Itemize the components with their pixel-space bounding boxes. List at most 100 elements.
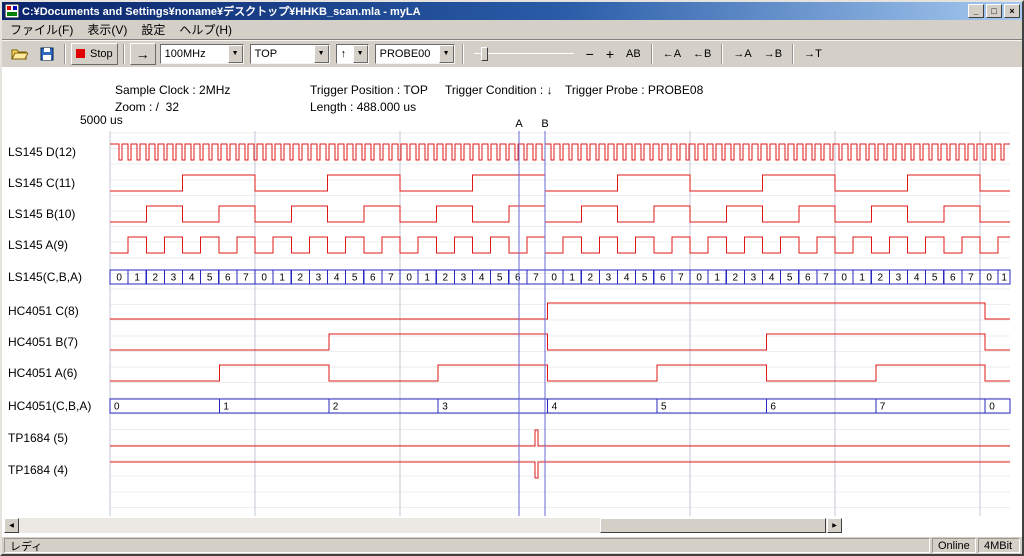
svg-text:HC4051(C,B,A): HC4051(C,B,A) [8,399,91,413]
svg-text:HC4051 A(6): HC4051 A(6) [8,366,77,380]
svg-text:0: 0 [114,402,120,413]
trigger-edge-combo[interactable]: ↑ ▼ [336,44,369,64]
svg-text:3: 3 [896,273,902,284]
svg-text:0: 0 [261,273,267,284]
statusbar: レディ Online 4MBit [2,537,1022,554]
status-message: レディ [4,538,930,553]
svg-text:7: 7 [533,273,539,284]
window-title: C:¥Documents and Settings¥noname¥デスクトップ¥… [22,3,966,19]
chevron-down-icon[interactable]: ▼ [439,45,454,63]
move-left-to-b-button[interactable]: ←B [688,43,716,65]
app-icon [5,4,19,18]
svg-text:4: 4 [479,273,485,284]
titlebar[interactable]: C:¥Documents and Settings¥noname¥デスクトップ¥… [2,2,1022,20]
svg-text:0: 0 [989,402,995,413]
svg-text:7: 7 [243,273,249,284]
svg-text:TP1684 (4): TP1684 (4) [8,463,68,477]
waveform-display[interactable]: 5000 us LS145 D(12) LS145 C(11) LS145 B(10)… [2,67,1022,537]
svg-text:6: 6 [370,273,376,284]
svg-text:3: 3 [316,273,322,284]
move-left-to-a-button[interactable]: ←A [658,43,686,65]
toolbar-separator [64,44,66,64]
svg-text:5: 5 [207,273,213,284]
waveform-panel: Sample Clock : 2MHz Trigger Position : T… [2,67,1022,537]
svg-text:LS145 A(9): LS145 A(9) [8,238,68,252]
svg-text:3: 3 [171,273,177,284]
cursor-ab-button[interactable]: AB [621,43,646,65]
status-ready-text: レディ [10,538,42,554]
svg-text:2: 2 [443,273,449,284]
svg-text:LS145 C(11): LS145 C(11) [8,176,75,190]
toolbar-separator [721,44,723,64]
svg-text:HC4051 C(8): HC4051 C(8) [8,304,79,318]
chevron-down-icon[interactable]: ▼ [228,45,243,63]
save-button[interactable] [35,43,59,65]
svg-text:3: 3 [442,402,448,413]
move-right-to-a-button[interactable]: →A [728,43,756,65]
chevron-down-icon[interactable]: ▼ [353,45,368,63]
toolbar: Stop → 100MHz ▼ TOP ▼ ↑ ▼ PROBE00 ▼ − + … [2,39,1022,67]
trigger-probe-value: PROBE00 [376,48,439,60]
svg-text:0: 0 [116,273,122,284]
zoom-in-button[interactable]: + [601,43,619,65]
svg-text:1: 1 [569,273,575,284]
menu-help[interactable]: ヘルプ(H) [172,20,239,39]
scrollbar-thumb[interactable] [600,518,826,533]
maximize-button[interactable]: □ [986,4,1002,18]
svg-text:0: 0 [841,273,847,284]
svg-text:4: 4 [914,273,920,284]
svg-text:7: 7 [823,273,829,284]
svg-text:6: 6 [225,273,231,284]
move-right-to-b-button[interactable]: →B [759,43,787,65]
svg-text:7: 7 [388,273,394,284]
svg-text:HC4051 B(7): HC4051 B(7) [8,335,78,349]
open-folder-icon [11,47,28,60]
menu-file[interactable]: ファイル(F) [3,20,80,39]
chevron-down-icon[interactable]: ▼ [314,45,329,63]
svg-text:LS145 B(10): LS145 B(10) [8,207,75,221]
status-online-text: Online [938,540,970,552]
stop-label: Stop [90,48,113,60]
svg-text:3: 3 [751,273,757,284]
svg-text:4: 4 [769,273,775,284]
scroll-left-button[interactable]: ◀ [4,518,19,533]
menu-settings[interactable]: 設定 [134,20,172,39]
svg-text:2: 2 [733,273,739,284]
svg-text:1: 1 [134,273,140,284]
svg-text:1: 1 [223,402,229,413]
svg-text:LS145 D(12): LS145 D(12) [8,145,76,159]
zoom-out-button[interactable]: − [581,43,599,65]
svg-text:6: 6 [805,273,811,284]
svg-text:5000 us: 5000 us [80,113,123,127]
svg-text:3: 3 [606,273,612,284]
svg-text:2: 2 [153,273,159,284]
svg-text:0: 0 [986,273,992,284]
close-button[interactable]: × [1004,4,1020,18]
svg-text:7: 7 [880,402,886,413]
stop-icon [76,49,85,58]
svg-text:LS145(C,B,A): LS145(C,B,A) [8,270,82,284]
minimize-button[interactable]: _ [968,4,984,18]
save-icon [40,47,54,61]
svg-text:5: 5 [497,273,503,284]
zoom-slider[interactable] [472,44,576,64]
svg-text:4: 4 [189,273,195,284]
trigger-position-combo[interactable]: TOP ▼ [250,44,330,64]
open-button[interactable] [6,43,33,65]
sample-rate-combo[interactable]: 100MHz ▼ [160,44,244,64]
trigger-probe-combo[interactable]: PROBE00 ▼ [375,44,455,64]
trigger-position-value: TOP [251,48,314,60]
svg-text:2: 2 [333,402,339,413]
svg-text:1: 1 [859,273,865,284]
menu-view[interactable]: 表示(V) [80,20,134,39]
status-memory: 4MBit [978,538,1020,553]
scroll-right-button[interactable]: ▶ [827,518,842,533]
horizontal-scrollbar[interactable]: ◀ ▶ [4,518,842,533]
goto-trigger-button[interactable]: →T [799,43,827,65]
svg-text:5: 5 [932,273,938,284]
svg-text:5: 5 [661,402,667,413]
stop-button[interactable]: Stop [71,43,118,65]
run-button[interactable]: → [130,43,156,65]
svg-text:1: 1 [424,273,430,284]
slider-thumb[interactable] [481,47,488,61]
